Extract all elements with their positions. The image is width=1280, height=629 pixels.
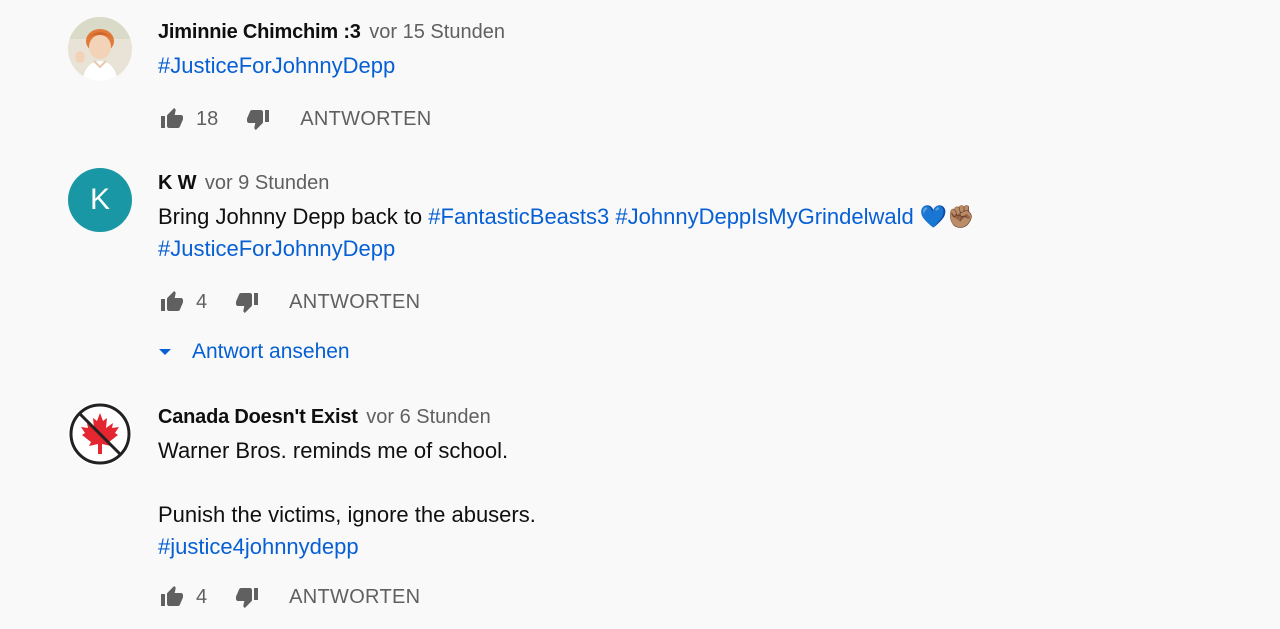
comment-text: #JusticeForJohnnyDepp [158, 50, 1240, 82]
comment-time[interactable]: vor 9 Stunden [205, 172, 330, 194]
author-name[interactable]: Canada Doesn't Exist [158, 406, 358, 428]
blue-heart-emoji: 💙 [919, 204, 948, 229]
hashtag-link[interactable]: #justice4johnnydepp [158, 534, 359, 559]
like-count: 4 [196, 290, 208, 313]
comment-body: Jiminnie Chimchim :3 vor 15 Stunden #Jus… [158, 17, 1240, 139]
comment-body: K W vor 9 Stunden Bring Johnny Depp back… [158, 168, 1240, 370]
like-count: 18 [196, 107, 219, 130]
thumb-up-icon [161, 586, 183, 606]
hashtag-link[interactable]: #FantasticBeasts3 [428, 204, 609, 229]
comment-line [158, 467, 1240, 499]
avatar[interactable] [68, 402, 132, 466]
avatar-letter: K [89, 183, 110, 216]
hashtag-link[interactable]: #JusticeForJohnnyDepp [158, 236, 395, 261]
thumb-down-icon [236, 293, 259, 313]
thumb-down-icon [247, 110, 270, 130]
comment-header: Canada Doesn't Exist vor 6 Stunden [158, 402, 1240, 432]
comment-line: Warner Bros. reminds me of school. [158, 438, 509, 463]
comment-header: K W vor 9 Stunden [158, 168, 1240, 198]
comment-text: Bring Johnny Depp back to #FantasticBeas… [158, 201, 1240, 265]
comment-time[interactable]: vor 6 Stunden [366, 406, 491, 428]
view-replies-button[interactable]: Antwort ansehen [158, 334, 1240, 370]
comment-time[interactable]: vor 15 Stunden [369, 21, 505, 43]
reply-button[interactable]: ANTWORTEN [300, 108, 431, 131]
comment-actions: 4 ANTWORTEN [158, 577, 1240, 617]
hashtag-link[interactable]: #JohnnyDeppIsMyGrindelwald [615, 204, 913, 229]
view-replies-label: Antwort ansehen [192, 340, 350, 363]
like-button[interactable] [158, 583, 186, 611]
thumb-up-icon [161, 108, 183, 128]
author-name[interactable]: K W [158, 172, 196, 194]
comment-line: Punish the victims, ignore the abusers. [158, 502, 536, 527]
like-count: 4 [196, 585, 208, 608]
thumb-up-icon [161, 291, 183, 311]
comment-text: Warner Bros. reminds me of school. Punis… [158, 435, 1240, 563]
comment-text-span: Bring Johnny Depp back to [158, 204, 429, 229]
comment-body: Canada Doesn't Exist vor 6 Stunden Warne… [158, 402, 1240, 617]
avatar[interactable]: K [68, 168, 132, 232]
comments-section: Jiminnie Chimchim :3 vor 15 Stunden #Jus… [0, 0, 1280, 629]
like-button[interactable] [158, 105, 186, 133]
reply-button[interactable]: ANTWORTEN [289, 291, 420, 314]
caret-down-icon [158, 345, 172, 359]
comment-actions: 4 ANTWORTEN [158, 282, 1240, 322]
raised-fist-emoji: ✊🏽 [947, 204, 975, 229]
dislike-button[interactable] [244, 105, 272, 133]
hashtag-link[interactable]: #JusticeForJohnnyDepp [158, 53, 395, 78]
dislike-button[interactable] [233, 583, 261, 611]
reply-button[interactable]: ANTWORTEN [289, 586, 420, 609]
no-canada-avatar-icon [68, 402, 132, 466]
comment-actions: 18 ANTWORTEN [158, 99, 1240, 139]
comment-header: Jiminnie Chimchim :3 vor 15 Stunden [158, 17, 1240, 47]
thumb-down-icon [236, 588, 259, 608]
dislike-button[interactable] [233, 288, 261, 316]
avatar-photo [68, 17, 132, 81]
like-button[interactable] [158, 288, 186, 316]
avatar[interactable] [68, 17, 132, 81]
author-name[interactable]: Jiminnie Chimchim :3 [158, 21, 361, 43]
